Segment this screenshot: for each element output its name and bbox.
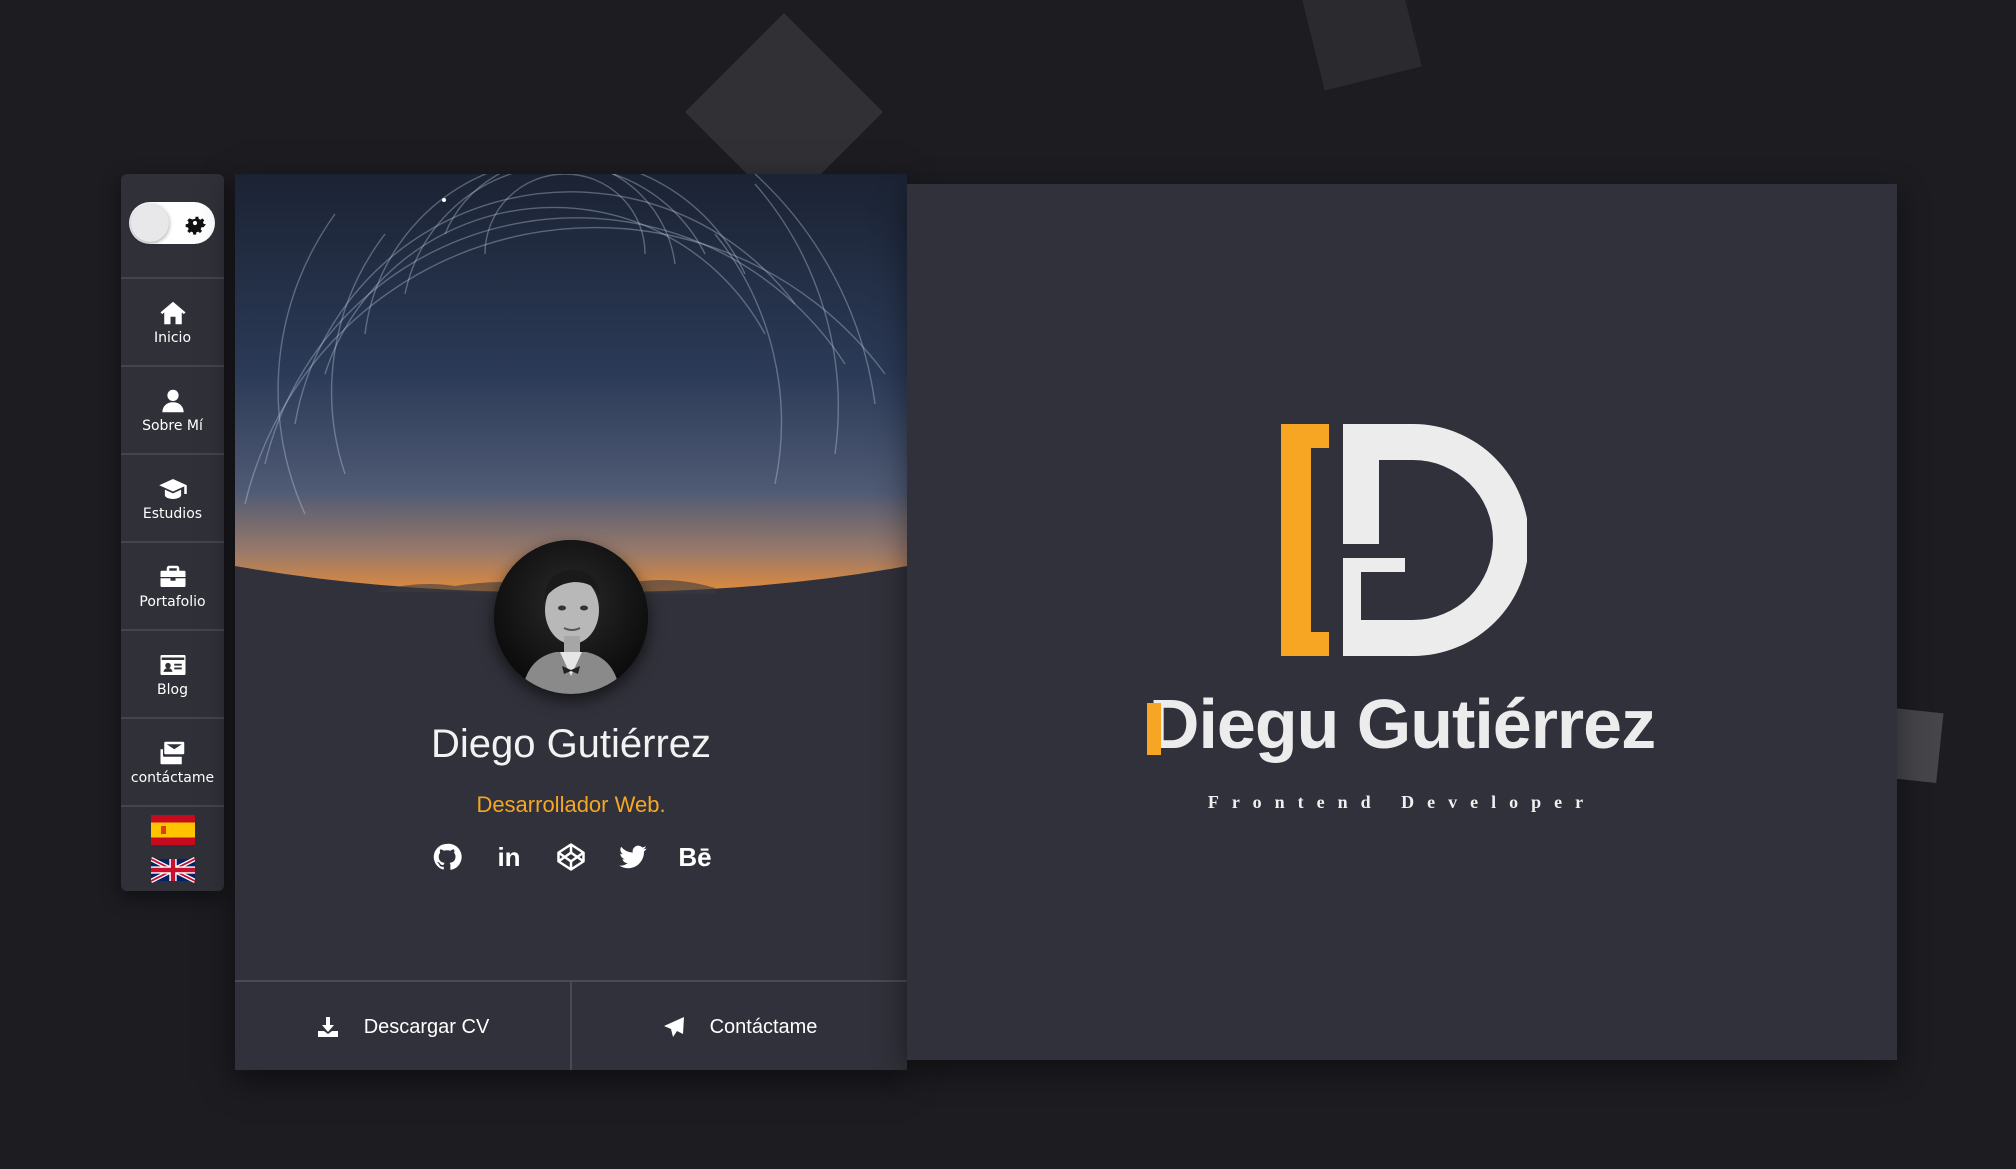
theme-toggle-area — [121, 174, 224, 279]
briefcase-icon — [160, 565, 185, 587]
twitter-icon[interactable] — [618, 842, 648, 872]
sidebar-item-label: Blog — [157, 682, 188, 698]
brand-name: Diegu Gutiérrez — [907, 684, 1897, 764]
toggle-knob — [131, 204, 169, 242]
sidebar-nav: Inicio Sobre Mí Estudios Portafolio Blog… — [121, 174, 224, 891]
linkedin-icon[interactable]: in — [494, 842, 524, 872]
background-shape — [1298, 0, 1422, 91]
home-icon — [160, 301, 185, 325]
graduation-cap-icon — [158, 479, 187, 499]
theme-toggle[interactable] — [129, 202, 215, 244]
github-icon[interactable] — [432, 842, 462, 872]
sidebar-item-portafolio[interactable]: Portafolio — [121, 543, 224, 631]
language-switcher — [121, 807, 224, 885]
download-icon — [317, 1017, 338, 1037]
behance-icon[interactable]: Bē — [678, 842, 711, 872]
uk-flag-icon[interactable] — [150, 855, 195, 885]
sidebar-item-label: Portafolio — [139, 594, 206, 610]
brand-name-rest: iegu Gutiérrez — [1198, 685, 1656, 763]
brand-name-initial: D — [1148, 685, 1200, 763]
es-flag-icon[interactable] — [150, 815, 195, 845]
sidebar-item-label: Sobre Mí — [142, 418, 203, 434]
sidebar-item-blog[interactable]: Blog — [121, 631, 224, 719]
profile-actions: Descargar CV Contáctame — [235, 980, 907, 1070]
brand-tagline: Frontend Developer — [1207, 792, 1597, 812]
envelopes-icon — [160, 741, 184, 765]
contact-button[interactable]: Contáctame — [570, 982, 907, 1070]
codepen-icon[interactable] — [556, 842, 586, 872]
avatar — [494, 540, 648, 694]
gear-icon — [185, 216, 206, 235]
user-icon — [161, 389, 184, 413]
social-links: in Bē — [235, 842, 907, 872]
sidebar-item-label: Inicio — [153, 330, 192, 346]
sidebar-item-contactame[interactable]: contáctame — [121, 719, 224, 807]
profile-name: Diego Gutiérrez — [430, 722, 712, 766]
hero-panel: Diegu Gutiérrez Frontend Developer — [907, 184, 1897, 1060]
download-cv-button[interactable]: Descargar CV — [235, 982, 570, 1070]
download-cv-label: Descargar CV — [363, 1015, 490, 1038]
id-card-icon — [160, 655, 185, 675]
sidebar-item-label: contáctame — [130, 770, 215, 786]
paper-plane-icon — [663, 1017, 684, 1037]
contact-label: Contáctame — [709, 1015, 818, 1038]
sidebar-item-estudios[interactable]: Estudios — [121, 455, 224, 543]
sidebar-item-inicio[interactable]: Inicio — [121, 279, 224, 367]
brand-logo — [1281, 424, 1527, 656]
profile-card: Diego Gutiérrez Desarrollador Web. in Bē… — [235, 174, 907, 1070]
sidebar-item-label: Estudios — [142, 506, 203, 522]
sidebar-item-sobre-mi[interactable]: Sobre Mí — [121, 367, 224, 455]
profile-role: Desarrollador Web. — [476, 792, 666, 817]
